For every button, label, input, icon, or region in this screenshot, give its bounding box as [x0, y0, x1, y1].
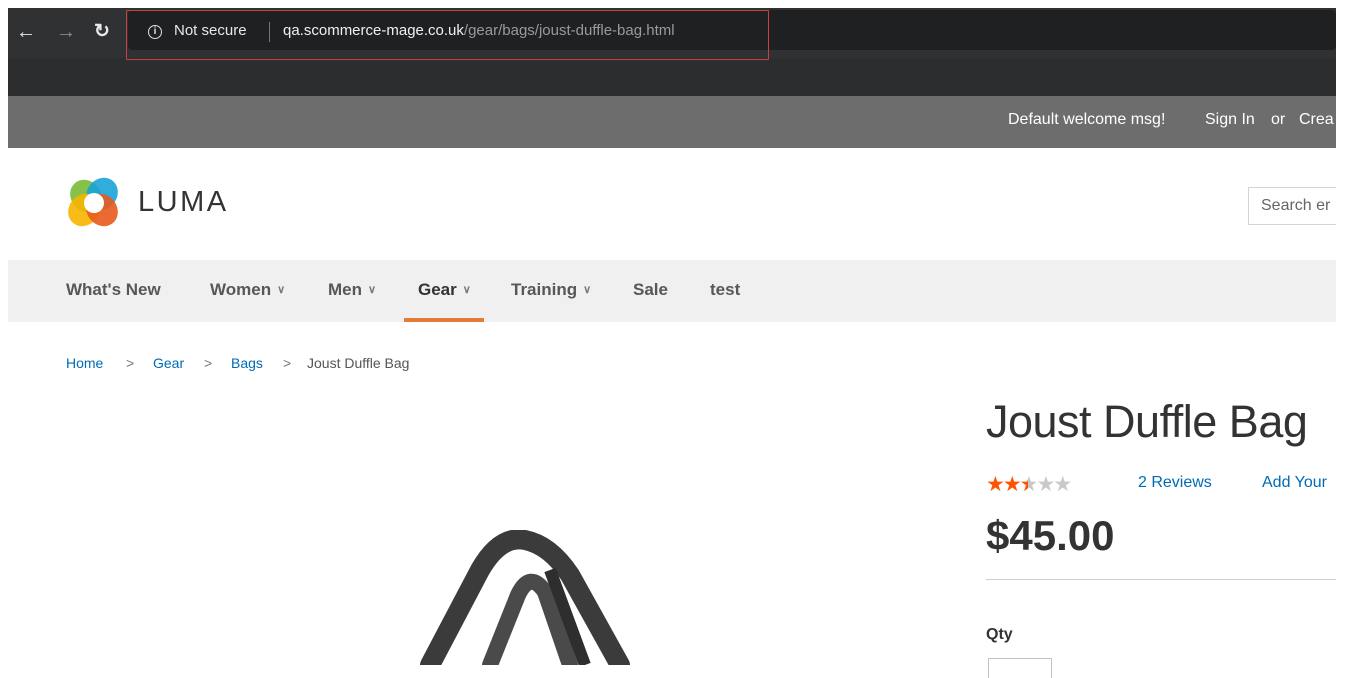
page-margin-right: [1336, 0, 1350, 665]
breadcrumb-bags[interactable]: Bags: [231, 355, 263, 371]
breadcrumb-home[interactable]: Home: [66, 355, 103, 371]
chevron-down-icon: ∨: [368, 284, 377, 296]
star-icon: ★: [1053, 473, 1072, 496]
product-image[interactable]: [410, 530, 640, 665]
arrow-right-icon[interactable]: →: [56, 20, 76, 44]
nav-item-label: Sale: [633, 280, 668, 299]
or-text: or: [1271, 111, 1286, 128]
nav-item-sale[interactable]: Sale: [633, 280, 668, 300]
browser-toolbar-strip: [8, 58, 1336, 96]
logo-text[interactable]: LUMA: [138, 186, 229, 219]
breadcrumb-separator: >: [283, 355, 292, 371]
qty-input[interactable]: [988, 658, 1052, 678]
page-margin-top: [0, 0, 1350, 8]
reviews-link[interactable]: 2 Reviews: [1138, 474, 1212, 492]
nav-item-training[interactable]: Training ∨: [511, 280, 591, 300]
address-bar-divider: [269, 22, 270, 42]
url-text[interactable]: qa.scommerce-mage.co.uk/gear/bags/joust-…: [283, 22, 675, 39]
chevron-down-icon: ∨: [583, 284, 592, 296]
main-navigation: What's New Women ∨ Men ∨ Gear ∨ Training ∨ S…: [8, 260, 1336, 322]
nav-item-label: Women: [210, 280, 272, 299]
url-path: /gear/bags/joust-duffle-bag.html: [463, 22, 675, 39]
arrow-left-icon[interactable]: ←: [16, 20, 36, 44]
create-account-link[interactable]: Crea: [1299, 111, 1334, 129]
rating-stars: ★★★★★: [986, 472, 1072, 497]
nav-active-indicator: [404, 318, 484, 322]
info-icon[interactable]: i: [148, 25, 162, 39]
product-price: $45.00: [986, 512, 1115, 559]
breadcrumb-separator: >: [204, 355, 213, 371]
search-input[interactable]: Search er: [1248, 187, 1348, 225]
security-label[interactable]: Not secure: [174, 22, 247, 39]
nav-item-whats-new[interactable]: What's New: [66, 280, 161, 300]
add-review-link[interactable]: Add Your: [1262, 474, 1327, 492]
welcome-message: Default welcome msg!: [1008, 111, 1166, 128]
chevron-down-icon: ∨: [462, 284, 471, 296]
nav-item-test[interactable]: test: [710, 280, 740, 300]
breadcrumb-gear[interactable]: Gear: [153, 355, 184, 371]
breadcrumb-separator: >: [126, 355, 135, 371]
star-icon: ★: [986, 473, 1005, 496]
search-placeholder: Search er: [1261, 197, 1331, 214]
nav-item-label: Training: [511, 280, 578, 299]
chevron-down-icon: ∨: [277, 284, 286, 296]
luma-logo-icon[interactable]: [66, 174, 122, 230]
nav-item-women[interactable]: Women ∨: [210, 280, 285, 300]
page-title: Joust Duffle Bag: [986, 396, 1308, 447]
breadcrumb-current: Joust Duffle Bag: [307, 355, 410, 371]
panel-header: Default welcome msg! Sign In or Crea: [8, 96, 1336, 148]
nav-item-gear[interactable]: Gear ∨: [418, 280, 471, 300]
nav-item-men[interactable]: Men ∨: [328, 280, 376, 300]
reload-icon[interactable]: ↻: [94, 20, 110, 44]
star-icon: ★: [1002, 473, 1022, 496]
browser-chrome: ← → ↻ i Not secure qa.scommerce-mage.co.…: [8, 8, 1336, 96]
nav-item-label: test: [710, 280, 741, 299]
url-host: qa.scommerce-mage.co.uk: [283, 22, 464, 39]
nav-item-label: Gear: [418, 280, 457, 299]
star-half-icon: ★: [1019, 473, 1039, 496]
sign-in-link[interactable]: Sign In: [1205, 111, 1255, 129]
qty-label: Qty: [986, 626, 1013, 643]
star-icon: ★: [1036, 473, 1055, 496]
product-divider: [986, 579, 1336, 580]
nav-item-label: What's New: [66, 280, 161, 299]
nav-item-label: Men: [328, 280, 362, 299]
